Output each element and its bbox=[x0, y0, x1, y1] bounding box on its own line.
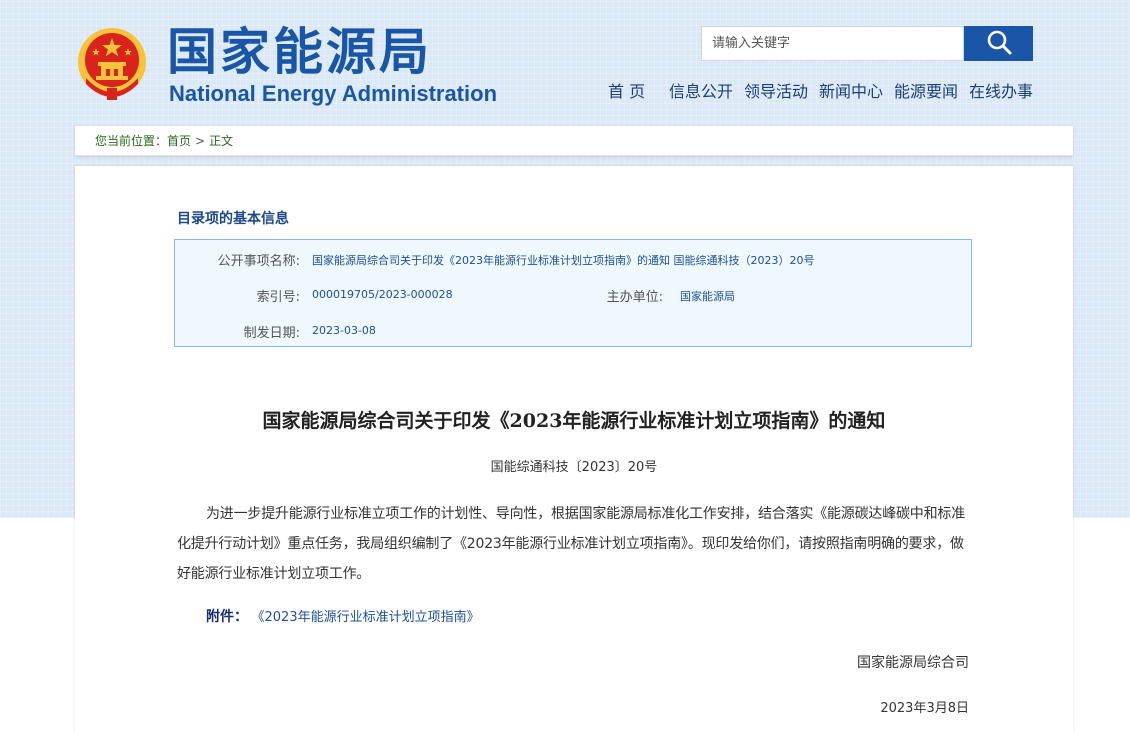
document-body: 为进一步提升能源行业标准立项工作的计划性、导向性，根据国家能源局标准化工作安排，… bbox=[177, 506, 965, 582]
info-label-organizer: 主办单位: bbox=[606, 290, 663, 305]
document-title: 国家能源局综合司关于印发《2023年能源行业标准计划立项指南》的通知 bbox=[262, 410, 886, 432]
breadcrumb: 您当前位置：首页 > 正文 bbox=[95, 132, 233, 149]
site-logo-chinese[interactable]: 国家能源局 bbox=[167, 22, 432, 82]
search-input[interactable] bbox=[701, 26, 964, 61]
nav-news-center[interactable]: 新闻中心 bbox=[819, 80, 883, 104]
nav-leadership-activities[interactable]: 领导活动 bbox=[744, 80, 808, 104]
breadcrumb-home-link[interactable]: 首页 bbox=[167, 134, 191, 148]
info-section-title: 目录项的基本信息 bbox=[177, 211, 289, 227]
attachment-label: 附件： bbox=[206, 609, 248, 625]
info-label-item-name: 公开事项名称: bbox=[217, 254, 300, 269]
info-label-index-number: 索引号: bbox=[256, 290, 300, 305]
info-value-issue-date: 2023-03-08 bbox=[312, 324, 376, 337]
info-label-issue-date: 制发日期: bbox=[243, 326, 300, 341]
nav-info-disclosure[interactable]: 信息公开 bbox=[669, 80, 733, 104]
nav-energy-news[interactable]: 能源要闻 bbox=[894, 80, 958, 104]
info-value-item-name: 国家能源局综合司关于印发《2023年能源行业标准计划立项指南》的通知 国能综通科… bbox=[312, 254, 815, 267]
nav-online-services[interactable]: 在线办事 bbox=[969, 80, 1033, 104]
search-icon bbox=[986, 29, 1012, 59]
info-value-index-number: 000019705/2023-000028 bbox=[312, 288, 453, 301]
breadcrumb-current: 正文 bbox=[209, 134, 234, 148]
breadcrumb-separator: > bbox=[195, 134, 206, 148]
signatory: 国家能源局综合司 bbox=[857, 655, 969, 671]
info-value-organizer: 国家能源局 bbox=[680, 290, 735, 303]
article-container: 目录项的基本信息 公开事项名称: 国家能源局综合司关于印发《2023年能源行业标… bbox=[75, 166, 1073, 732]
attachment-line: 附件： 《2023年能源行业标准计划立项指南》 bbox=[206, 606, 480, 626]
document-number: 国能综通科技〔2023〕20号 bbox=[490, 460, 658, 475]
breadcrumb-prefix: 您当前位置： bbox=[95, 134, 168, 148]
attachment-link[interactable]: 《2023年能源行业标准计划立项指南》 bbox=[258, 610, 480, 625]
site-header: 国家能源局 National Energy Administration 首 页… bbox=[0, 0, 1130, 125]
breadcrumb-bar: 您当前位置：首页 > 正文 bbox=[75, 126, 1073, 156]
info-table: 公开事项名称: 国家能源局综合司关于印发《2023年能源行业标准计划立项指南》的… bbox=[174, 239, 972, 347]
search-button[interactable] bbox=[964, 26, 1033, 61]
search-box bbox=[701, 26, 1033, 61]
national-emblem-icon[interactable] bbox=[76, 26, 148, 102]
nav-home[interactable]: 首 页 bbox=[608, 80, 645, 104]
site-logo-english[interactable]: National Energy Administration bbox=[169, 80, 497, 108]
document-date: 2023年3月8日 bbox=[880, 701, 969, 716]
